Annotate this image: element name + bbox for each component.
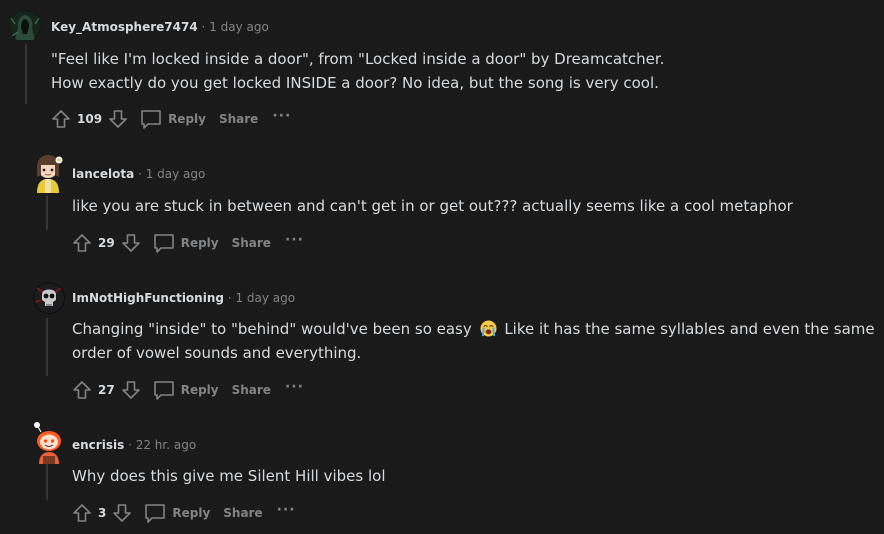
comment-bubble-icon (141, 110, 161, 129)
timestamp[interactable]: 1 day ago (146, 167, 206, 181)
upvote-icon[interactable] (49, 107, 73, 131)
comment-line: like you are stuck in between and can't … (72, 197, 793, 215)
comment-line: Why does this give me Silent Hill vibes … (72, 467, 386, 485)
action-bar: 27 Reply Share ··· (70, 376, 304, 404)
downvote-icon[interactable] (119, 231, 143, 255)
comment-thread: Key_Atmosphere7474 · 1 day ago "Feel lik… (0, 0, 884, 534)
reply-button[interactable]: Reply (153, 380, 219, 400)
comment-lancelota: lancelota · 1 day ago like you are stuck… (0, 140, 884, 270)
share-button[interactable]: Share (232, 236, 271, 250)
comment-meta: lancelota · 1 day ago (72, 166, 205, 182)
action-bar: 3 Reply Share ··· (70, 499, 296, 527)
upvote-icon[interactable] (70, 501, 94, 525)
reply-label: Reply (180, 383, 219, 397)
comment-encrisis: encrisis · 22 hr. ago Why does this give… (0, 410, 884, 534)
separator-dot: · (227, 291, 232, 305)
comment-body: "Feel like I'm locked inside a door", fr… (51, 47, 664, 95)
downvote-icon[interactable] (119, 378, 143, 402)
comment-meta: Key_Atmosphere7474 · 1 day ago (51, 19, 269, 35)
separator-dot: · (201, 20, 206, 34)
reply-button[interactable]: Reply (140, 109, 206, 129)
reply-label: Reply (168, 112, 206, 126)
reply-button[interactable]: Reply (144, 503, 210, 523)
share-button[interactable]: Share (232, 383, 271, 397)
comment-body: Why does this give me Silent Hill vibes … (72, 464, 385, 488)
action-bar: 109 Reply Share ··· (49, 105, 291, 133)
comment-line: "Feel like I'm locked inside a door", fr… (51, 50, 665, 68)
comment-key-atmosphere: Key_Atmosphere7474 · 1 day ago "Feel lik… (0, 0, 884, 140)
comment-meta: encrisis · 22 hr. ago (72, 437, 196, 453)
comment-line: order of vowel sounds and everything. (72, 344, 362, 362)
action-bar: 29 Reply Share ··· (70, 229, 304, 257)
more-options-icon[interactable]: ··· (272, 108, 291, 124)
comment-text: Changing "inside" to "behind" would've b… (72, 320, 472, 338)
timestamp[interactable]: 1 day ago (209, 20, 269, 34)
separator-dot: · (128, 438, 132, 452)
vote-score: 3 (98, 506, 107, 520)
comment-meta: ImNotHighFunctioning · 1 day ago (72, 290, 295, 306)
comment-text: Like it has the same syllables and even … (504, 320, 875, 338)
orange-snoo-avatar[interactable] (31, 420, 65, 464)
share-button[interactable]: Share (223, 506, 262, 520)
comment-imnothighfunctioning: ImNotHighFunctioning · 1 day ago Changin… (0, 270, 884, 410)
timestamp[interactable]: 1 day ago (235, 291, 295, 305)
comment-bubble-icon (145, 504, 166, 523)
more-options-icon[interactable]: ··· (277, 502, 296, 518)
more-options-icon[interactable]: ··· (285, 379, 304, 395)
separator-dot: · (138, 167, 142, 181)
comment-body: like you are stuck in between and can't … (72, 194, 793, 218)
loudly-crying-face-emoji (480, 320, 497, 337)
timestamp[interactable]: 22 hr. ago (136, 438, 196, 452)
author-name[interactable]: Key_Atmosphere7474 (51, 20, 198, 34)
upvote-icon[interactable] (70, 231, 94, 255)
reply-button[interactable]: Reply (153, 233, 219, 253)
comment-bubble-icon (153, 234, 174, 253)
downvote-icon[interactable] (106, 107, 130, 131)
author-name[interactable]: lancelota (72, 167, 134, 181)
author-name[interactable]: encrisis (72, 438, 124, 452)
share-button[interactable]: Share (219, 112, 258, 126)
reply-label: Reply (180, 236, 219, 250)
comment-bubble-icon (153, 381, 174, 400)
comment-line: Changing "inside" to "behind" would've b… (72, 317, 875, 341)
reply-label: Reply (172, 506, 211, 520)
vote-score: 29 (98, 236, 115, 250)
vote-score: 27 (98, 383, 115, 397)
vote-score: 109 (77, 112, 103, 126)
author-name[interactable]: ImNotHighFunctioning (72, 291, 224, 305)
dark-skull-avatar[interactable] (33, 282, 65, 314)
more-options-icon[interactable]: ··· (285, 232, 304, 248)
yellow-outfit-avatar[interactable] (31, 153, 65, 193)
comment-body: Changing "inside" to "behind" would've b… (72, 317, 875, 365)
comment-line: How exactly do you get locked INSIDE a d… (51, 74, 659, 92)
hooded-figure-avatar[interactable] (9, 10, 41, 42)
downvote-icon[interactable] (110, 501, 134, 525)
upvote-icon[interactable] (70, 378, 94, 402)
